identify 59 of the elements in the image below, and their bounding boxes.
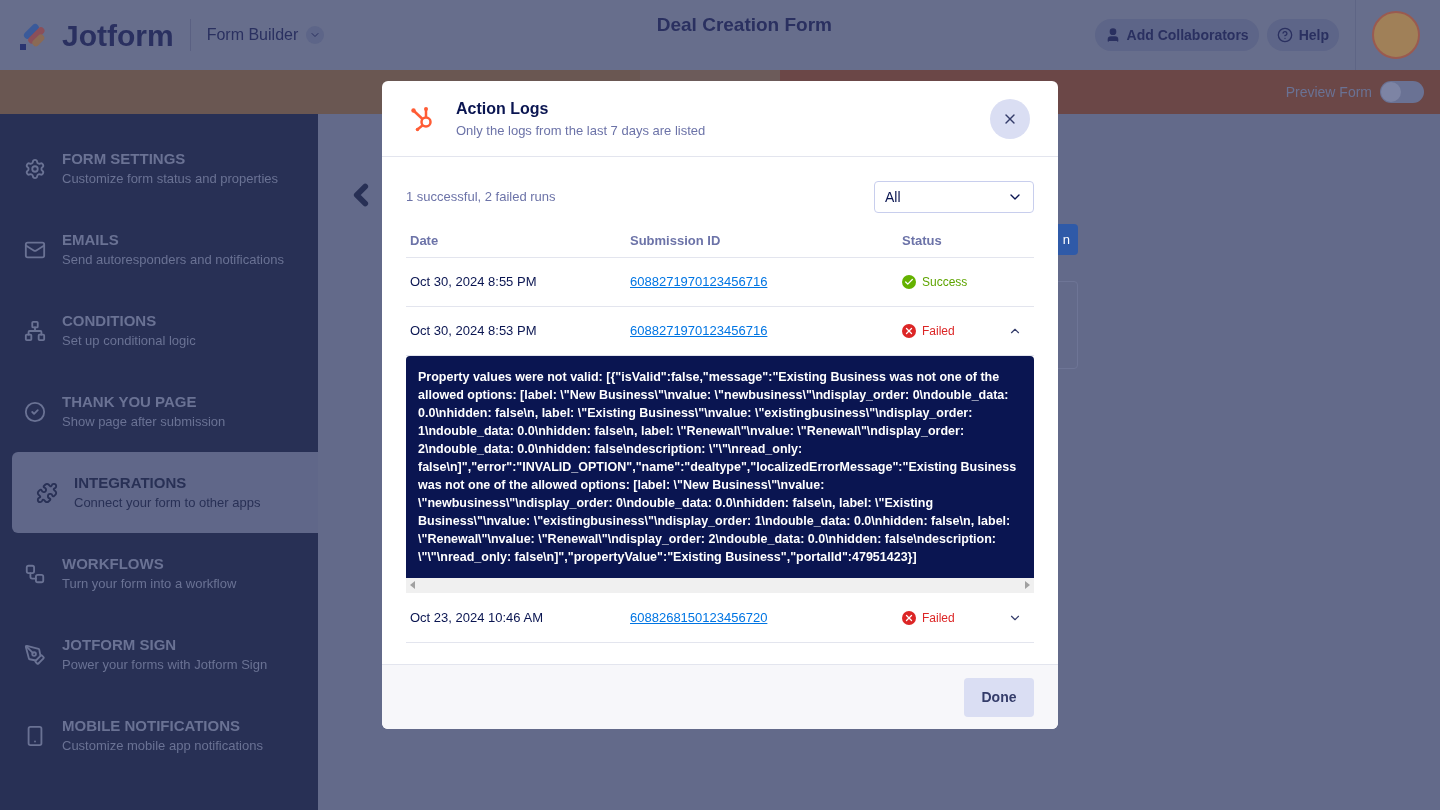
sidebar-item-title: WORKFLOWS <box>62 553 165 574</box>
logo-text: Jotform <box>62 17 174 54</box>
avatar <box>1372 11 1420 59</box>
sidebar-item[interactable]: THANK YOU PAGE Show page after submission <box>0 371 318 452</box>
sidebar-item-title: FORM SETTINGS <box>62 148 187 169</box>
submission-link[interactable]: 6088271970123456716 <box>630 320 902 341</box>
sidebar-item-title: CONDITIONS <box>62 310 158 331</box>
run-summary: 1 successful, 2 failed runs <box>406 188 556 207</box>
product-switcher[interactable]: Form Builder <box>206 23 325 47</box>
chevron-down-icon <box>306 26 325 44</box>
sidebar-item-title: INTEGRATIONS <box>74 472 188 493</box>
sidebar-item-title: THANK YOU PAGE <box>62 391 198 412</box>
sidebar-item-subtitle: Set up conditional logic <box>62 331 196 350</box>
filter-select[interactable]: All <box>874 181 1034 213</box>
hierarchy-icon <box>24 319 46 342</box>
pen-icon <box>24 643 46 666</box>
close-button[interactable] <box>990 98 1030 139</box>
status-label: Success <box>922 273 968 291</box>
sidebar-item-subtitle: Customize mobile app notifications <box>62 736 263 755</box>
status-label: Failed <box>922 322 955 340</box>
sidebar-item-subtitle: Connect your form to other apps <box>74 493 261 512</box>
sidebar-item[interactable]: FORM SETTINGS Customize form status and properties <box>0 128 318 209</box>
dialog-title: Action Logs <box>456 98 550 119</box>
sidebar-item[interactable]: INTEGRATIONS Connect your form to other apps <box>12 452 318 533</box>
gear-icon <box>24 157 46 180</box>
sidebar-item[interactable]: CONDITIONS Set up conditional logic <box>0 290 318 371</box>
column-header: Status <box>902 232 943 250</box>
status-label: Failed <box>922 609 955 627</box>
check-circle-icon <box>24 400 46 423</box>
sidebar-item-subtitle: Customize form status and properties <box>62 169 279 188</box>
done-button[interactable]: Done <box>964 677 1034 717</box>
sidebar-item[interactable]: WORKFLOWS Turn your form into a workflow <box>0 533 318 614</box>
preview-toggle[interactable] <box>1380 81 1424 103</box>
sidebar-item-title: EMAILS <box>62 229 120 250</box>
date-cell-text: Oct 30, 2024 8:55 PM <box>410 272 538 291</box>
log-message: Property values were not valid: [{"isValid":false,"message":"Existing Business was not one of the allowed options: [label: \"New Business\"\nvalue: \"newbusiness\"\ndisplay_order: 0\ndouble_data: 0.0\nhidden: false\n, label: \"Existing Business\"\nvalue: \"existingbusiness\"\ndisplay_order: 1\ndouble_data: 0.0\nhidden: false\n, label: \"Renewal\"\nvalue: \"Renewal\"\ndisplay_order: 2\ndouble_data: 0.0\nhidden: false\ndescription: \"\"\nread_only: false\n]","error":"INVALID_OPTION","name":"dealtype","localizedErrorMessage":"Existing Business was not one of the allowed options: [label: \"New Business\"\nvalue: \"newbusiness\"\ndisplay_order: 0\ndouble_data: 0.0\nhidden: false\n, label: \"Existing Business\"\nvalue: \"existingbusiness\"\ndisplay_order: 1\ndouble_data: 0.0\nhidden: false\n, label: \"Renewal\"\nvalue: \"Renewal\"\ndisplay_order: 2\ndouble_data: 0.0\nhidden: false\ndescription: \"\"\nread_only: false\n]","propertyValue":"Existing Business","portalId":47951423}] <box>406 355 1034 578</box>
sidebar-item-subtitle: Show page after submission <box>62 412 226 431</box>
sidebar-item-subtitle: Send autoresponders and notifications <box>62 250 284 269</box>
form-title: Deal Creation Form <box>656 12 832 37</box>
dialog-subtitle: Only the logs from the last 7 days are listed <box>456 121 707 140</box>
puzzle-icon <box>36 481 58 504</box>
date-cell-text: Oct 23, 2024 10:46 AM <box>410 608 544 627</box>
sidebar-item[interactable]: MOBILE NOTIFICATIONS Customize mobile app notifications <box>0 695 318 776</box>
sidebar-item-subtitle: Power your forms with Jotform Sign <box>62 655 268 674</box>
submission-link[interactable]: 6088268150123456720 <box>630 607 902 628</box>
date-cell-text: Oct 30, 2024 8:53 PM <box>410 321 538 340</box>
column-header: Date <box>410 232 440 250</box>
preview-label: Preview Form <box>1285 82 1372 102</box>
sidebar-item[interactable]: EMAILS Send autoresponders and notifications <box>0 209 318 290</box>
question-icon <box>1276 27 1293 43</box>
flowchart-icon <box>24 562 46 585</box>
column-header: Submission ID <box>630 232 722 250</box>
sidebar-item[interactable]: JOTFORM SIGN Power your forms with Jotform Sign <box>0 614 318 695</box>
submission-link[interactable]: 6088271970123456716 <box>630 271 902 292</box>
sidebar-item-title: JOTFORM SIGN <box>62 634 178 655</box>
sidebar-item-subtitle: Turn your form into a workflow <box>62 574 237 593</box>
sidebar-item-title: MOBILE NOTIFICATIONS <box>62 715 242 736</box>
scroll-right-icon <box>1025 581 1030 589</box>
scroll-left-icon <box>410 581 415 589</box>
